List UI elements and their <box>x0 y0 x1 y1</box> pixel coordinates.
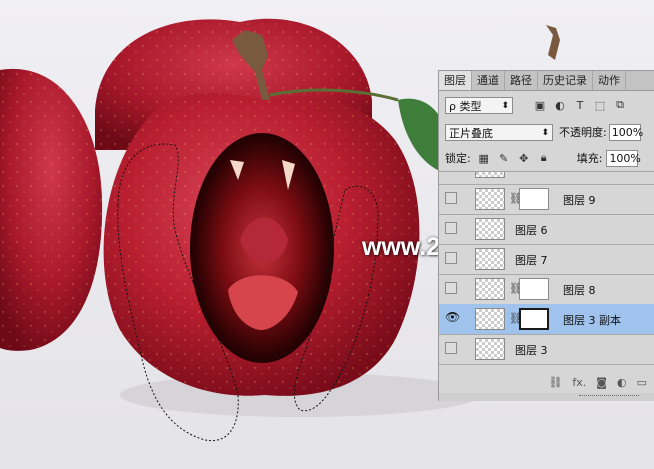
scrollbar-thumb[interactable] <box>579 395 639 400</box>
layer-thumbnail <box>475 218 505 240</box>
layer-name: 图层 7 <box>515 254 548 267</box>
layer-mask-thumbnail[interactable] <box>519 188 549 210</box>
lock-transparent-icon[interactable]: ▦ <box>477 151 491 165</box>
layer-row-selected[interactable]: 👁︎ ⛓ 图层 3 副本 <box>439 304 654 335</box>
blend-mode-dropdown[interactable]: 正片叠底 ⬍ <box>445 123 553 141</box>
visibility-toggle[interactable] <box>445 192 457 204</box>
fill-input[interactable]: 100% <box>606 149 641 167</box>
filter-row: ρ 类型 ⬍ ▣ ◐ T ⬚ ⧉ <box>439 92 654 118</box>
layer-name: 图层 9 <box>563 194 596 207</box>
panel-tabs: 图层 通道 路径 历史记录 动作 <box>439 71 654 91</box>
layer-list: ⛓ 图层 9 图层 6 图层 7 ⛓ 图层 8 👁︎ ⛓ 图层 3 副本 图层 … <box>439 171 654 372</box>
folder-icon[interactable]: ▭ <box>637 376 647 389</box>
layer-name: 图层 6 <box>515 224 548 237</box>
lock-row: 锁定: ▦ ✎ ✥ 🔒︎ 填充: 100% <box>439 147 654 169</box>
layer-thumbnail <box>475 278 505 300</box>
tab-layers[interactable]: 图层 <box>439 71 472 90</box>
blend-row: 正片叠底 ⬍ 不透明度: 100% <box>439 120 654 144</box>
tab-actions[interactable]: 动作 <box>593 71 626 90</box>
eye-icon[interactable]: 👁︎ <box>445 310 460 324</box>
shape-filter-icon[interactable]: ⬚ <box>593 98 607 112</box>
layers-panel: 图层 通道 路径 历史记录 动作 ρ 类型 ⬍ ▣ ◐ T ⬚ ⧉ 正片叠底 ⬍… <box>438 70 654 401</box>
link-icon: ⛓ <box>509 192 523 205</box>
visibility-toggle[interactable] <box>445 252 457 264</box>
layer-mask-thumbnail[interactable] <box>519 308 549 330</box>
link-layers-icon[interactable]: ⛓ <box>548 376 562 389</box>
chevron-updown-icon: ⬍ <box>501 100 509 111</box>
fill-label: 填充: <box>576 152 603 165</box>
layer-filter-dropdown[interactable]: ρ 类型 ⬍ <box>445 96 513 114</box>
lock-label: 锁定: <box>445 152 471 165</box>
lock-move-icon[interactable]: ✥ <box>517 151 531 165</box>
visibility-toggle[interactable] <box>445 222 457 234</box>
adjustment-filter-icon[interactable]: ◐ <box>553 98 567 112</box>
layer-row[interactable]: 图层 6 <box>439 214 654 245</box>
visibility-toggle[interactable] <box>445 282 457 294</box>
layer-row[interactable]: ⛓ 图层 8 <box>439 274 654 305</box>
type-filter-icon[interactable]: T <box>573 98 587 112</box>
visibility-toggle[interactable] <box>445 342 457 354</box>
layer-name: 图层 3 副本 <box>563 314 621 327</box>
horizontal-scrollbar[interactable] <box>439 393 654 401</box>
adjustment-layer-icon[interactable]: ◐ <box>617 376 627 389</box>
filter-kind-label: ρ 类型 <box>449 99 482 113</box>
layer-thumbnail <box>475 338 505 360</box>
lock-paint-icon[interactable]: ✎ <box>497 151 511 165</box>
layer-name: 图层 3 <box>515 344 548 357</box>
link-icon: ⛓ <box>509 282 523 295</box>
layer-thumbnail <box>475 248 505 270</box>
smart-object-filter-icon[interactable]: ⧉ <box>613 98 627 112</box>
layer-thumbnail <box>475 172 505 178</box>
lock-all-icon[interactable]: 🔒︎ <box>537 151 551 165</box>
layer-row[interactable]: ⛓ 图层 9 <box>439 184 654 215</box>
panel-bottom-toolbar: ⛓ fx. ◙ ◐ ▭ <box>439 371 654 393</box>
opacity-input[interactable]: 100% <box>608 123 643 141</box>
layer-mask-thumbnail[interactable] <box>519 278 549 300</box>
add-mask-icon[interactable]: ◙ <box>596 376 607 389</box>
tab-history[interactable]: 历史记录 <box>538 71 593 90</box>
blend-mode-label: 正片叠底 <box>449 126 493 140</box>
layer-row[interactable]: 图层 7 <box>439 244 654 275</box>
image-filter-icon[interactable]: ▣ <box>533 98 547 112</box>
fx-icon[interactable]: fx. <box>572 376 586 389</box>
layer-row-partial[interactable] <box>439 172 654 185</box>
chevron-updown-icon: ⬍ <box>541 127 549 138</box>
layer-name: 图层 8 <box>563 284 596 297</box>
layer-row[interactable]: 图层 3 <box>439 334 654 365</box>
tab-channels[interactable]: 通道 <box>472 71 505 90</box>
link-icon: ⛓ <box>509 312 523 325</box>
tab-paths[interactable]: 路径 <box>505 71 538 90</box>
opacity-label: 不透明度: <box>559 126 607 139</box>
layer-thumbnail <box>475 188 505 210</box>
layer-thumbnail <box>475 308 505 330</box>
